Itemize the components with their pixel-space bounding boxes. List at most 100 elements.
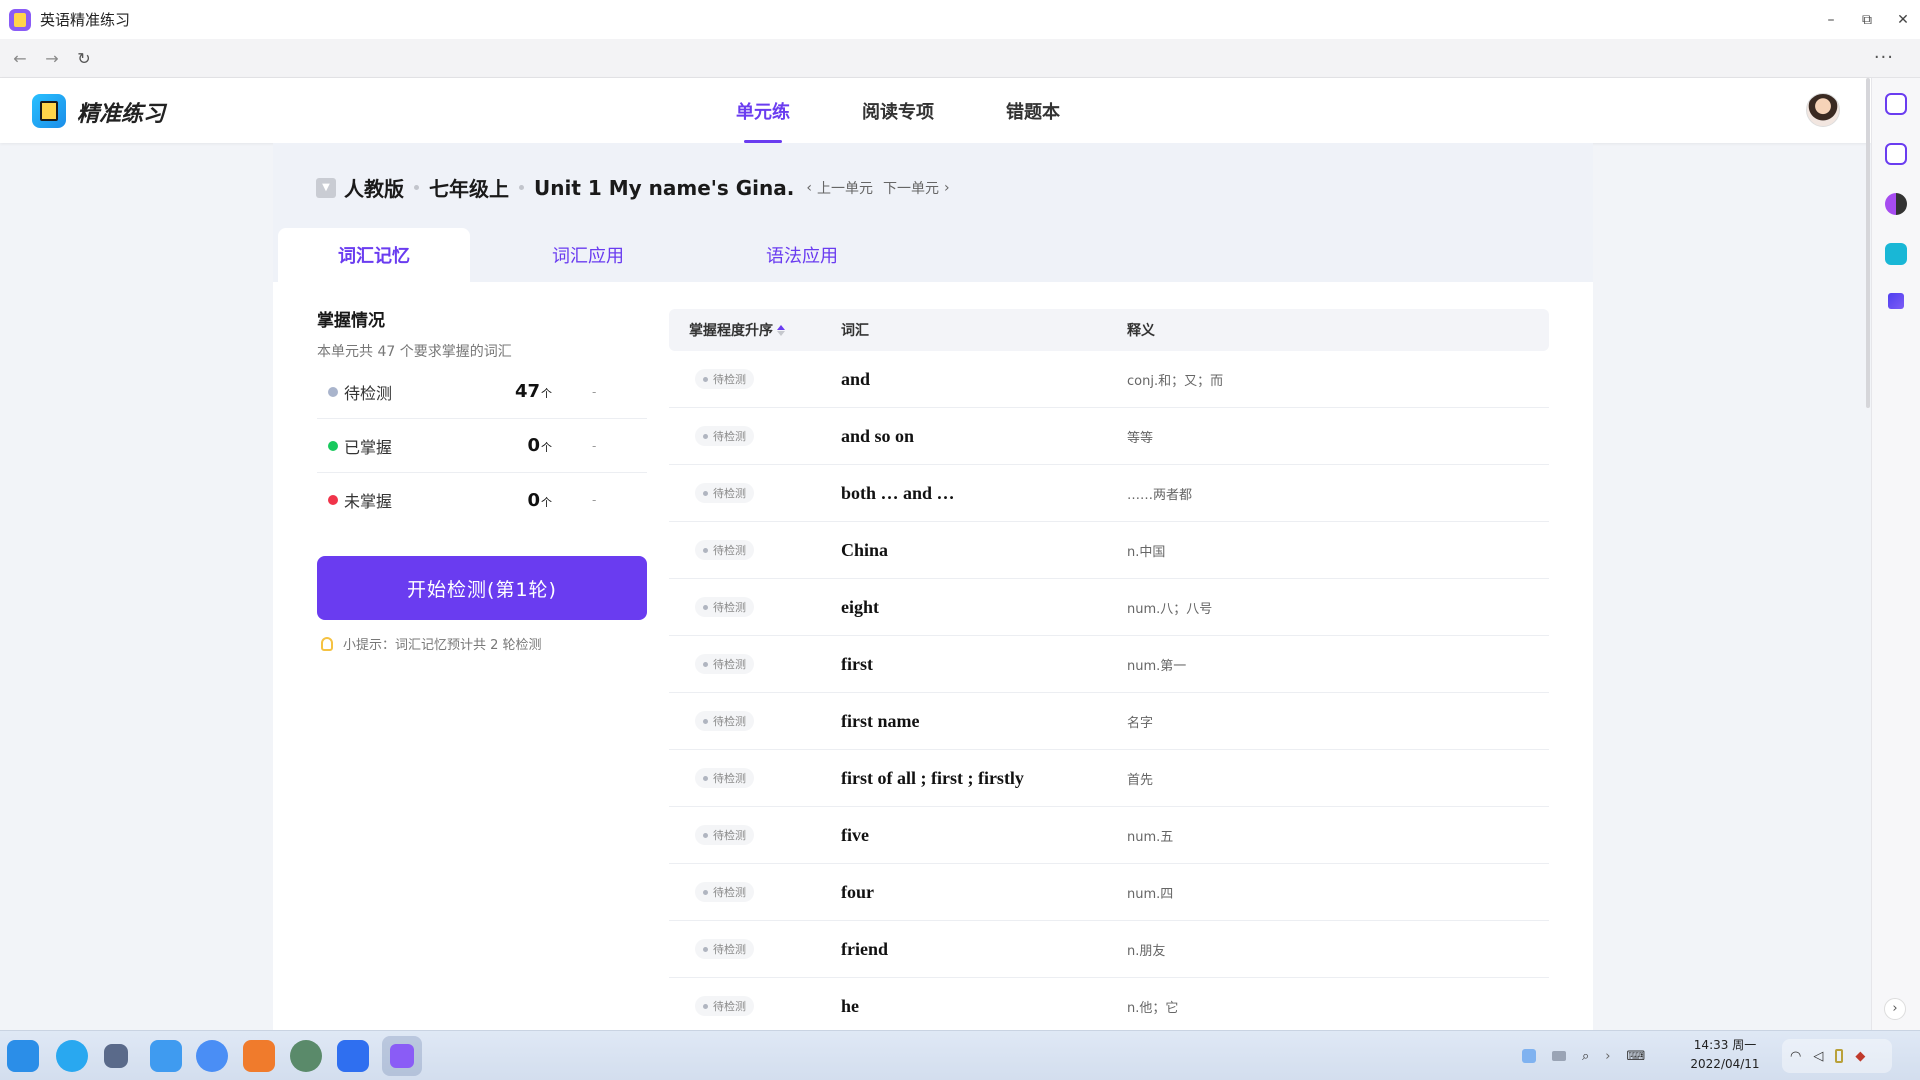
stat-label: 未掌握	[344, 492, 393, 511]
keyboard-icon[interactable]: ⌨	[1626, 1049, 1645, 1064]
next-unit-link[interactable]: 下一单元	[883, 178, 939, 198]
sort-icon[interactable]	[777, 324, 785, 336]
app-store-icon[interactable]	[56, 1040, 88, 1072]
stat-row-unmastered: 未掌握 0个 -	[317, 473, 647, 527]
tab-grammar-application[interactable]: 语法应用	[706, 228, 898, 282]
breadcrumb-separator	[519, 185, 524, 190]
vocab-meaning: ……两者都	[1127, 487, 1193, 503]
breadcrumb: ▼ 人教版 七年级上 Unit 1 My name's Gina. ‹ 上一单元…	[316, 173, 950, 202]
table-header: 掌握程度升序 词汇 释义	[669, 309, 1549, 351]
screenshot-icon[interactable]	[1885, 143, 1907, 165]
tab-vocab-memory[interactable]: 词汇记忆	[278, 228, 470, 282]
breadcrumb-unit[interactable]: Unit 1 My name's Gina.	[534, 176, 794, 200]
table-row[interactable]: 待检测 both … and … ……两者都	[669, 465, 1549, 522]
prev-unit-link[interactable]: 上一单元	[817, 178, 873, 198]
back-arrow-icon[interactable]: ←	[4, 49, 36, 68]
system-status-area[interactable]: ◠ ◁ ◆	[1782, 1039, 1892, 1073]
app-notebook-icon	[9, 8, 31, 31]
table-row[interactable]: 待检测 China n.中国	[669, 522, 1549, 579]
nav-tab-unit-practice[interactable]: 单元练	[700, 78, 826, 143]
maximize-button[interactable]: ⧉	[1860, 12, 1874, 28]
stat-label: 已掌握	[344, 437, 393, 457]
volume-icon: ◁	[1813, 1048, 1824, 1064]
start-test-button[interactable]: 开始检测(第1轮)	[317, 556, 647, 620]
notification-bell-icon: ◆	[1855, 1048, 1866, 1064]
table-row[interactable]: 待检测 five num.五	[669, 807, 1549, 864]
status-dot-icon	[703, 433, 708, 439]
reload-icon[interactable]: ↻	[68, 49, 100, 68]
status-badge: 待检测	[695, 711, 754, 731]
table-row[interactable]: 待检测 and conj.和；又；而	[669, 351, 1549, 408]
vocab-meaning: num.八；八号	[1127, 601, 1213, 617]
music-note-icon[interactable]	[1888, 293, 1904, 309]
stat-count: 0个	[527, 435, 552, 456]
browser-navbar: ← → ↻ ···	[0, 39, 1920, 78]
vocab-word: four	[841, 881, 874, 902]
table-row[interactable]: 待检测 first name 名字	[669, 693, 1549, 750]
tray-app-icon[interactable]	[1522, 1049, 1536, 1063]
table-row[interactable]: 待检测 friend n.朋友	[669, 921, 1549, 978]
robot-app-icon[interactable]	[290, 1040, 322, 1072]
stat-row-mastered: 已掌握 0个 -	[317, 419, 647, 473]
table-row[interactable]: 待检测 first of all ; first ; firstly 首先	[669, 750, 1549, 807]
voice-assistant-icon[interactable]	[1885, 93, 1907, 115]
notes-icon[interactable]	[243, 1040, 275, 1072]
chat-bubble-icon[interactable]	[1885, 193, 1907, 215]
status-dot-icon	[703, 718, 708, 724]
clock[interactable]: 14:33 周一 2022/04/11	[1690, 1036, 1760, 1074]
file-manager-icon[interactable]	[150, 1040, 182, 1072]
forward-arrow-icon[interactable]: →	[36, 49, 68, 68]
chevron-right-icon[interactable]: ›	[1605, 1049, 1610, 1064]
window-title: 英语精准练习	[40, 11, 131, 29]
vocab-meaning: num.四	[1127, 886, 1174, 902]
table-row[interactable]: 待检测 eight num.八；八号	[669, 579, 1549, 636]
table-row[interactable]: 待检测 four num.四	[669, 864, 1549, 921]
table-row[interactable]: 待检测 first num.第一	[669, 636, 1549, 693]
vocab-meaning: conj.和；又；而	[1127, 373, 1224, 389]
chevron-right-icon[interactable]: ›	[1884, 998, 1906, 1020]
vocab-table: 掌握程度升序 词汇 释义 待检测 and conj.和；又；而 待检测 and so o…	[669, 309, 1549, 1035]
sub-tabs: 词汇记忆 词汇应用 语法应用	[278, 228, 920, 282]
status-badge: 待检测	[695, 540, 754, 560]
tip-text: 小提示：词汇记忆预计共 2 轮检测	[317, 634, 647, 653]
nav-tab-reading[interactable]: 阅读专项	[826, 78, 970, 143]
stat-count: 47个	[514, 381, 552, 402]
tab-vocab-application[interactable]: 词汇应用	[492, 228, 684, 282]
more-menu-icon[interactable]: ···	[1874, 47, 1894, 68]
nav-tab-wrong-questions[interactable]: 错题本	[970, 78, 1096, 143]
close-button[interactable]: ✕	[1896, 12, 1910, 28]
breadcrumb-edition[interactable]: 人教版	[344, 173, 404, 202]
status-badge: 待检测	[695, 597, 754, 617]
vocab-meaning: 名字	[1127, 715, 1154, 731]
vocab-meaning: n.朋友	[1127, 943, 1166, 959]
app-header: 精准练习 单元练 阅读专项 错题本	[0, 78, 1871, 143]
minimize-button[interactable]: –	[1824, 12, 1838, 28]
breadcrumb-grade[interactable]: 七年级上	[429, 173, 509, 202]
browser-icon[interactable]	[196, 1040, 228, 1072]
status-dot-icon	[703, 946, 708, 952]
table-row[interactable]: 待检测 he n.他；它	[669, 978, 1549, 1035]
os-taskbar: ⌕ › ⌨ 14:33 周一 2022/04/11 ◠ ◁ ◆	[0, 1030, 1920, 1080]
status-dot-icon	[703, 490, 708, 496]
textbook-dropdown-icon[interactable]: ▼	[316, 177, 336, 198]
table-row[interactable]: 待检测 and so on 等等	[669, 408, 1549, 465]
stat-dash: -	[592, 384, 597, 399]
user-avatar[interactable]	[1806, 93, 1840, 127]
english-practice-taskbar-icon[interactable]	[382, 1036, 422, 1076]
word-column-header: 词汇	[841, 323, 869, 339]
notes-app-icon[interactable]	[1885, 243, 1907, 265]
tablet-app-icon[interactable]	[337, 1040, 369, 1072]
status-dot-icon	[703, 775, 708, 781]
multitask-icon[interactable]	[104, 1044, 128, 1068]
vocab-word: five	[841, 824, 869, 845]
keyboard-small-icon[interactable]	[1552, 1051, 1566, 1061]
vocab-meaning: n.中国	[1127, 544, 1166, 560]
status-badge: 待检测	[695, 882, 754, 902]
sort-by-mastery-header[interactable]: 掌握程度升序	[689, 320, 785, 340]
app-logo-icon	[32, 94, 66, 128]
vocab-word: he	[841, 995, 859, 1016]
status-dot-icon	[703, 661, 708, 667]
search-icon[interactable]: ⌕	[1582, 1049, 1589, 1064]
launcher-icon[interactable]	[7, 1040, 39, 1072]
app-logo-text: 精准练习	[77, 102, 166, 127]
